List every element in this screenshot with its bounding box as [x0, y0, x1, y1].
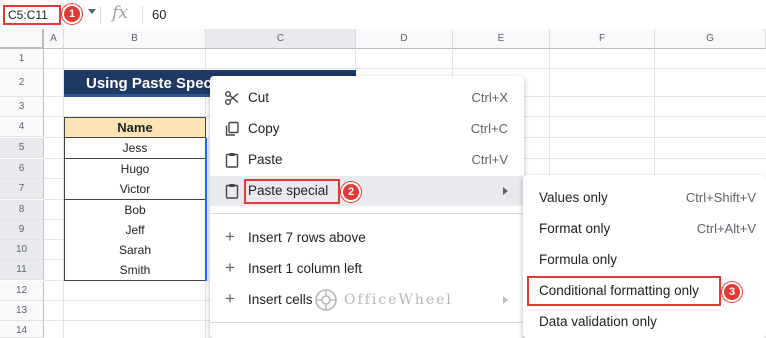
- row-header-1[interactable]: 1: [0, 49, 44, 69]
- name-cell[interactable]: Sarah: [64, 240, 206, 261]
- clipboard-icon: [225, 184, 239, 199]
- plus-icon: +: [225, 258, 235, 277]
- row-header-14[interactable]: 14: [0, 321, 44, 338]
- submenu-item-label: Values only: [539, 190, 608, 205]
- selected-range-c5-c11[interactable]: [205, 138, 209, 281]
- menu-item-paste[interactable]: Paste Ctrl+V: [210, 145, 524, 175]
- grid-line: [44, 68, 766, 69]
- highlight-box: [244, 179, 340, 204]
- highlight-box: [527, 276, 721, 306]
- step-callout-3: 3: [722, 282, 742, 302]
- name-cell[interactable]: Victor: [64, 179, 206, 200]
- shortcut-label: Ctrl+Shift+V: [685, 190, 756, 205]
- watermark-text: OfficeWheel: [344, 292, 453, 308]
- row-header-2[interactable]: 2: [0, 69, 44, 97]
- shortcut-label: Ctrl+C: [470, 121, 508, 136]
- column-header-b[interactable]: B: [64, 29, 206, 49]
- row-header-4[interactable]: 4: [0, 117, 44, 137]
- name-cell[interactable]: Hugo: [64, 159, 206, 180]
- step-callout-2: 2: [341, 182, 361, 202]
- formula-bar: C5:C11 fx 60: [0, 0, 766, 30]
- plus-icon: +: [225, 227, 235, 246]
- paste-special-submenu: Values only Ctrl+Shift+V Format only Ctr…: [523, 175, 766, 338]
- submenu-arrow-icon: [503, 187, 508, 195]
- menu-item-label: Cut: [248, 90, 270, 105]
- menu-item-insert-column[interactable]: + Insert 1 column left: [210, 254, 524, 284]
- row-header-12[interactable]: 12: [0, 281, 44, 301]
- submenu-item-data-validation-only[interactable]: Data validation only: [523, 306, 766, 337]
- divider: [100, 6, 101, 24]
- scissors-icon: [225, 91, 239, 105]
- menu-item-label: Paste: [248, 152, 283, 167]
- row-header-5[interactable]: 5: [0, 138, 44, 158]
- shortcut-label: Ctrl+V: [471, 152, 508, 167]
- name-box[interactable]: C5:C11: [3, 5, 61, 25]
- step-callout-1: 1: [62, 4, 82, 24]
- menu-item-label: Copy: [248, 121, 280, 136]
- shortcut-label: Ctrl+Alt+V: [696, 221, 756, 236]
- menu-item-insert-rows[interactable]: + Insert 7 rows above: [210, 223, 524, 253]
- menu-item-label: Insert 7 rows above: [248, 230, 366, 245]
- submenu-item-label: Formula only: [539, 252, 618, 267]
- menu-item-label: Insert cells: [248, 292, 313, 307]
- column-header-c[interactable]: C: [206, 29, 356, 49]
- column-header-f[interactable]: F: [550, 29, 655, 49]
- row-header-8[interactable]: 8: [0, 200, 44, 220]
- menu-item-cut[interactable]: Cut Ctrl+X: [210, 83, 524, 113]
- column-header-a[interactable]: A: [44, 29, 64, 49]
- column-header-g[interactable]: G: [655, 29, 766, 49]
- submenu-arrow-icon: [503, 296, 508, 304]
- menu-divider: [210, 213, 524, 214]
- formula-input[interactable]: 60: [152, 7, 166, 22]
- row-header-6[interactable]: 6: [0, 159, 44, 179]
- name-cell[interactable]: Bob: [64, 200, 206, 221]
- submenu-item-values-only[interactable]: Values only Ctrl+Shift+V: [523, 182, 766, 213]
- row-header-3[interactable]: 3: [0, 97, 44, 117]
- name-column-header[interactable]: Name: [64, 117, 206, 138]
- submenu-item-format-only[interactable]: Format only Ctrl+Alt+V: [523, 213, 766, 244]
- menu-item-label: Insert 1 column left: [248, 261, 363, 276]
- plus-icon: +: [225, 289, 235, 308]
- fx-icon: fx: [112, 3, 128, 23]
- name-cell[interactable]: Jess: [64, 138, 206, 159]
- menu-divider: [210, 322, 524, 323]
- submenu-item-formula-only[interactable]: Formula only: [523, 244, 766, 275]
- row-header-10[interactable]: 10: [0, 240, 44, 260]
- submenu-item-label: Format only: [539, 221, 611, 236]
- row-header-9[interactable]: 9: [0, 220, 44, 240]
- officewheel-logo-icon: [315, 289, 337, 311]
- clipboard-icon: [225, 153, 239, 168]
- name-cell[interactable]: Smith: [64, 260, 206, 281]
- name-cell[interactable]: Jeff: [64, 220, 206, 241]
- copy-icon: [225, 121, 239, 136]
- row-header-7[interactable]: 7: [0, 179, 44, 199]
- row-header-13[interactable]: 13: [0, 301, 44, 321]
- name-box-dropdown-icon[interactable]: [88, 9, 96, 14]
- divider: [142, 6, 143, 24]
- shortcut-label: Ctrl+X: [471, 90, 508, 105]
- menu-item-copy[interactable]: Copy Ctrl+C: [210, 114, 524, 144]
- column-header-e[interactable]: E: [453, 29, 550, 49]
- column-header-d[interactable]: D: [356, 29, 453, 49]
- row-header-11[interactable]: 11: [0, 260, 44, 280]
- select-all-corner[interactable]: [0, 29, 44, 49]
- submenu-item-label: Data validation only: [539, 314, 657, 329]
